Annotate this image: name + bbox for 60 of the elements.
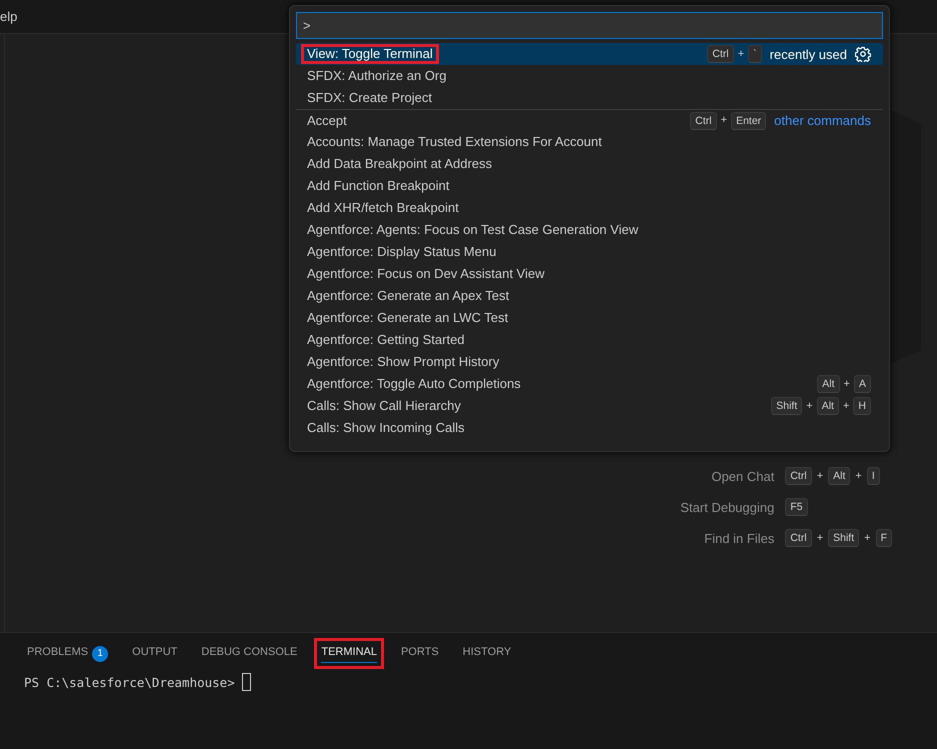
shortcut-label: Open Chat (710, 468, 774, 484)
key-cap: F5 (785, 498, 808, 516)
command-item[interactable]: Agentforce: Focus on Dev Assistant View (296, 263, 883, 285)
command-item[interactable]: Agentforce: Display Status Menu (296, 241, 883, 263)
key-cap: Ctrl (690, 112, 717, 130)
key-cap: Shift (828, 529, 860, 547)
menu-item[interactable]: elp (0, 9, 18, 24)
key-cap: Ctrl (707, 45, 734, 63)
key-cap: Ctrl (785, 467, 812, 485)
command-item[interactable]: Agentforce: Generate an Apex Test (296, 285, 883, 307)
command-item[interactable]: Add XHR/fetch Breakpoint (296, 197, 883, 219)
group-label: recently used (770, 46, 847, 62)
panel-tab[interactable]: PORTS (394, 638, 446, 669)
command-item[interactable]: Agentforce: Generate an LWC Test (296, 307, 883, 329)
other-commands-link[interactable]: other commands (774, 113, 871, 128)
plus-sign: + (816, 532, 824, 544)
panel-tab[interactable]: OUTPUT (125, 638, 184, 669)
plus-sign: + (805, 400, 814, 412)
terminal-prompt: PS C:\salesforce\Dreamhouse> (24, 674, 235, 690)
key-cap: Shift (771, 397, 802, 415)
plus-sign: + (863, 532, 872, 544)
command-item[interactable]: Agentforce: Toggle Auto Completions Alt + A (296, 373, 883, 395)
plus-sign: + (854, 470, 863, 482)
command-item[interactable]: Calls: Show Call Hierarchy Shift + Alt + H (296, 395, 883, 417)
command-item[interactable]: View: Toggle Terminal Ctrl + ` recently used (296, 43, 883, 65)
command-item[interactable]: Add Function Breakpoint (296, 175, 883, 197)
panel-tab[interactable]: DEBUG CONSOLE (194, 638, 304, 669)
plus-sign: + (842, 400, 850, 412)
key-cap: A (854, 375, 871, 393)
key-cap: Ctrl (785, 529, 812, 547)
plus-sign: + (842, 378, 851, 390)
command-item[interactable]: Accept Ctrl + Enter other commands (296, 109, 883, 131)
command-item[interactable]: SFDX: Authorize an Org (296, 65, 883, 87)
plus-sign: + (720, 114, 728, 127)
key-cap: Alt (817, 375, 840, 393)
shortcut-label: Start Debugging (680, 500, 774, 514)
terminal-cursor (242, 673, 251, 691)
key-cap: I (866, 467, 880, 485)
settings-icon[interactable] (855, 46, 871, 62)
command-item[interactable]: Agentforce: Show Prompt History (296, 351, 883, 373)
key-cap: Alt (828, 467, 850, 485)
key-cap: Alt (816, 397, 839, 415)
key-cap: ` (748, 45, 762, 63)
command-item[interactable]: Agentforce: Agents: Focus on Test Case Generation View (296, 219, 883, 241)
panel-tab[interactable]: TERMINAL (314, 638, 384, 669)
shortcut-label: Find in Files (703, 530, 774, 546)
key-cap: H (853, 397, 871, 415)
panel-tab[interactable]: PROBLEMS 1 (20, 638, 116, 669)
count-badge: 1 (92, 646, 108, 662)
key-cap: Enter (731, 112, 766, 130)
command-input[interactable]: > (296, 12, 883, 39)
key-cap: F (876, 529, 892, 547)
panel-tab[interactable]: HISTORY (456, 638, 518, 669)
command-item[interactable]: Agentforce: Getting Started (296, 329, 883, 351)
command-item[interactable]: Accounts: Manage Trusted Extensions For Account (296, 131, 883, 153)
command-item[interactable]: Add Data Breakpoint at Address (296, 153, 883, 175)
command-item[interactable]: Calls: Show Incoming Calls (296, 417, 883, 439)
plus-sign: + (736, 48, 746, 60)
command-item[interactable]: SFDX: Create Project (296, 87, 883, 109)
plus-sign: + (816, 470, 824, 482)
